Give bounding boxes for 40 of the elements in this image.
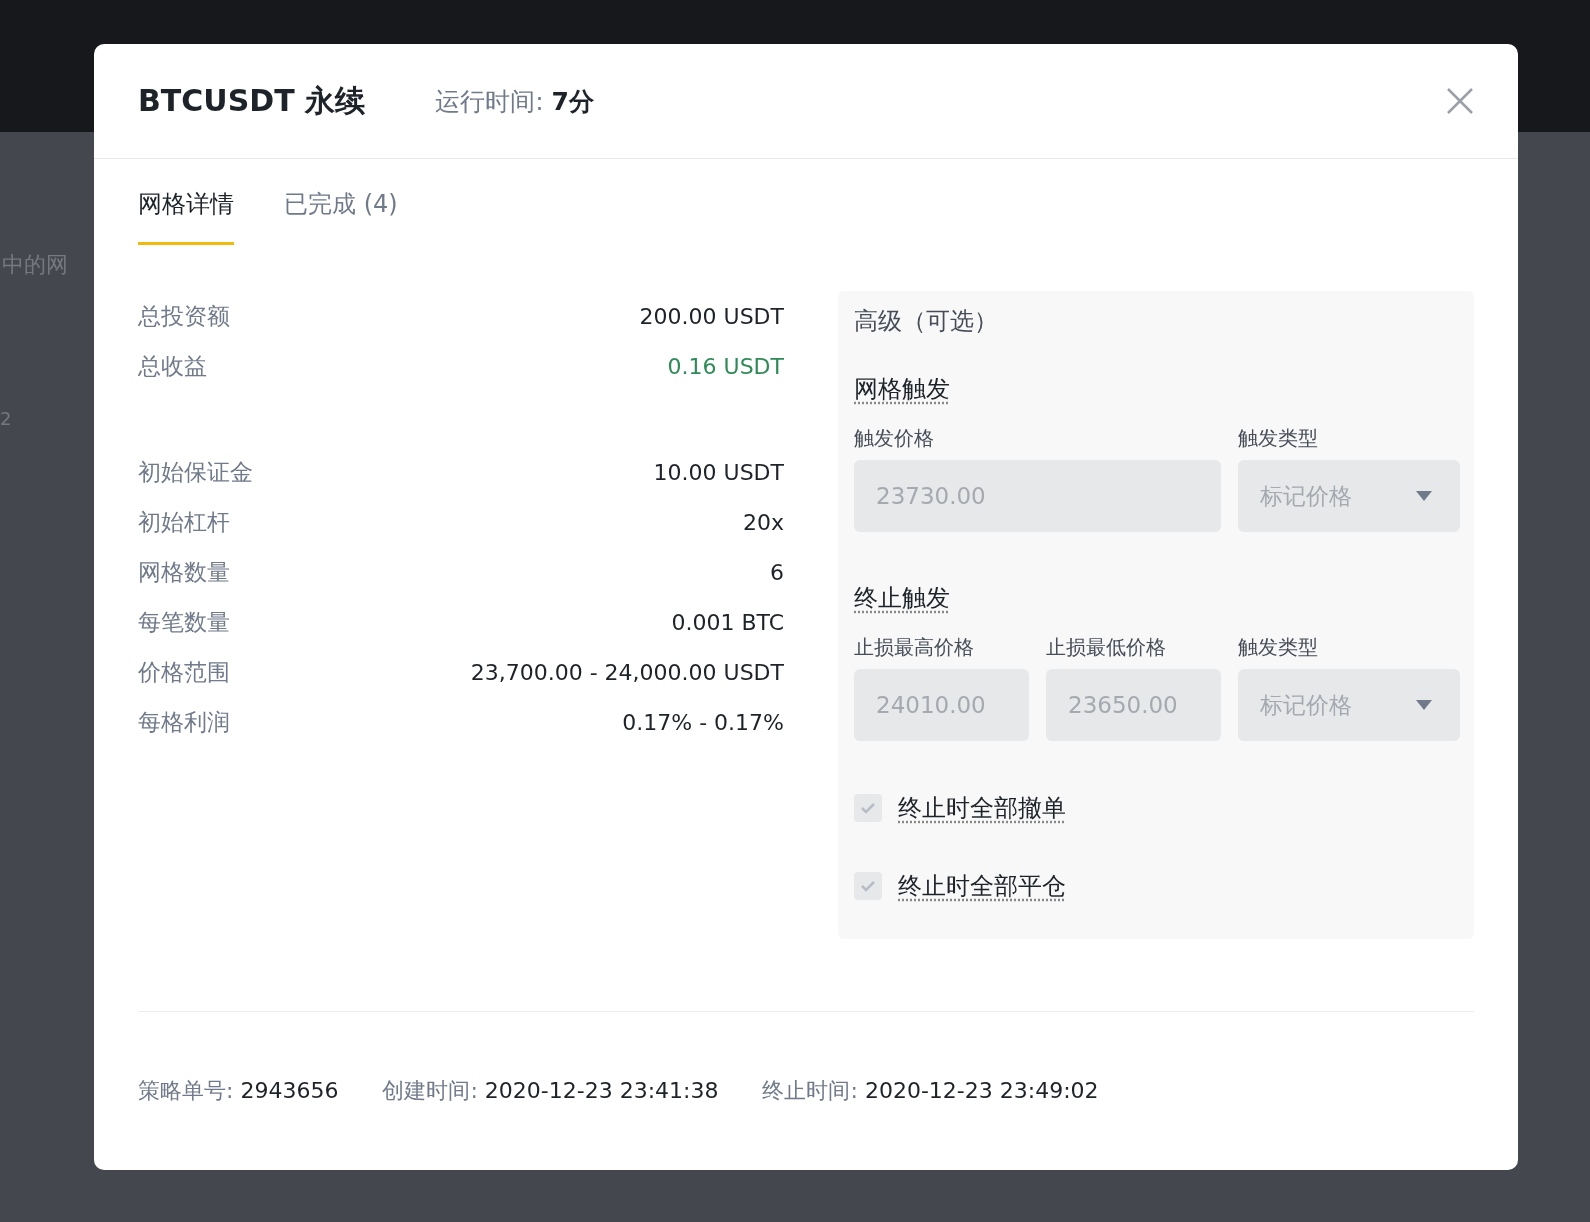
detail-label: 总收益 — [138, 351, 207, 381]
detail-value: 23,700.00 - 24,000.00 USDT — [470, 659, 784, 685]
detail-label: 总投资额 — [138, 301, 230, 331]
detail-label: 初始保证金 — [138, 457, 253, 487]
runtime-text: 运行时间: 7分 — [435, 85, 595, 118]
field-label: 止损最低价格 — [1046, 634, 1167, 661]
field-label: 触发类型 — [1238, 634, 1319, 661]
close-icon[interactable] — [1446, 87, 1474, 115]
option-label: 终止时全部撤单 — [898, 793, 1066, 824]
footer-info: 终止时间: 2020-12-23 23:49:02 — [762, 1077, 1099, 1105]
checkbox[interactable] — [854, 872, 882, 900]
detail-value: 0.17% - 0.17% — [622, 709, 784, 735]
detail-label: 网格数量 — [138, 557, 230, 587]
tab[interactable]: 网格详情 — [138, 187, 234, 245]
checkbox[interactable] — [854, 794, 882, 822]
footer-info: 创建时间: 2020-12-23 23:41:38 — [382, 1077, 719, 1105]
panel-title: 高级（可选） — [854, 306, 999, 337]
footer-info: 策略单号: 2943656 — [138, 1077, 339, 1105]
option-label: 终止时全部平仓 — [898, 871, 1066, 902]
detail-label: 每笔数量 — [138, 607, 230, 637]
section-title: 网格触发 — [854, 374, 950, 405]
detail-value: 200.00 USDT — [639, 303, 784, 329]
detail-value: 6 — [770, 559, 784, 585]
detail-value: 10.00 USDT — [653, 459, 784, 485]
check-icon — [860, 880, 876, 892]
check-icon — [860, 802, 876, 814]
detail-value: 20x — [743, 509, 784, 535]
field-label: 触发价格 — [854, 425, 935, 452]
tab[interactable]: 已完成 (4) — [284, 187, 398, 245]
field-label: 触发类型 — [1238, 425, 1319, 452]
field-label: 止损最高价格 — [854, 634, 975, 661]
caret-icon — [1416, 700, 1432, 710]
detail-label: 每格利润 — [138, 707, 230, 737]
section-title: 终止触发 — [854, 583, 950, 614]
caret-icon — [1416, 491, 1432, 501]
profit-value: 0.16 USDT — [667, 353, 784, 379]
detail-label: 初始杠杆 — [138, 507, 230, 537]
detail-label: 价格范围 — [138, 657, 230, 687]
dialog-title: BTCUSDT 永续 — [138, 81, 366, 120]
detail-value: 0.001 BTC — [671, 609, 784, 635]
